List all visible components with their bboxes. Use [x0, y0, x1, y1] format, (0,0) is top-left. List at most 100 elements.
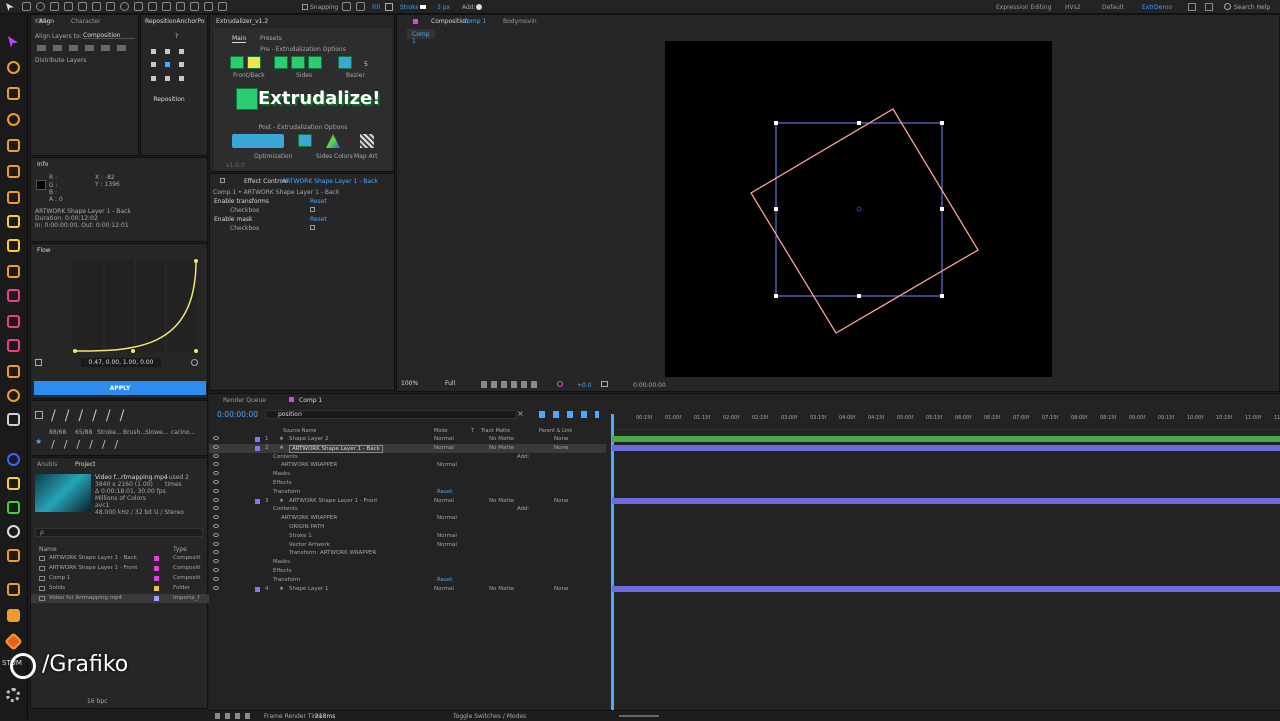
kbar-move-icon[interactable] — [4, 606, 23, 625]
extrudalize-logo[interactable]: Extrudalize! — [258, 88, 380, 109]
text-tool-icon[interactable] — [134, 2, 143, 11]
align-left-icon[interactable] — [37, 45, 46, 51]
anchor-tl[interactable] — [151, 49, 156, 54]
item-label-color[interactable] — [154, 586, 159, 591]
snap-option-icon[interactable] — [342, 2, 351, 11]
project-item[interactable]: Comp 1 Compositi — [31, 574, 209, 583]
visibility-eye-icon[interactable] — [213, 444, 219, 449]
bbox-handle[interactable] — [857, 294, 861, 298]
parent-select[interactable]: None — [554, 586, 568, 592]
preset-2[interactable]: 65/88 — [75, 429, 92, 436]
parent-select[interactable]: None — [554, 498, 568, 504]
layer-row[interactable]: 4 ★ Shape Layer 1 Normal No Matte None — [209, 585, 606, 594]
preset-3[interactable]: Stroke... — [97, 429, 122, 436]
preset-4[interactable]: Brush... — [123, 429, 146, 436]
kbar-trim-icon[interactable] — [4, 110, 23, 129]
kbar-record-icon[interactable] — [4, 336, 23, 355]
visibility-eye-icon[interactable] — [213, 532, 219, 537]
kbar-transform-icon[interactable] — [4, 188, 23, 207]
align-top-icon[interactable] — [85, 45, 94, 51]
layer-name[interactable]: Masks — [273, 559, 290, 565]
mode-select[interactable]: Normal — [434, 436, 454, 442]
tab-main[interactable]: Main — [232, 35, 247, 43]
preset-6[interactable]: carino... — [171, 429, 195, 436]
col-name[interactable]: Name — [39, 546, 57, 553]
mode-select[interactable]: Normal — [437, 462, 457, 468]
project-item[interactable]: ARTWORK Shape Layer 1 - Front Compositi — [31, 564, 209, 573]
kbar-sphere-icon[interactable] — [4, 450, 23, 469]
kbar-grid-icon[interactable] — [4, 410, 23, 429]
flow-curve-graph[interactable] — [61, 258, 211, 356]
zoom-tool-icon[interactable] — [36, 2, 45, 11]
tab-anubis[interactable]: Anubis — [37, 461, 57, 468]
mode-select[interactable]: Reset — [437, 577, 452, 583]
item-label-color[interactable] — [154, 596, 159, 601]
layer-name[interactable]: ARTWORK WRAPPER — [281, 515, 337, 521]
layer-name[interactable]: Contents — [273, 454, 298, 460]
parent-select[interactable]: None — [554, 436, 568, 442]
visibility-eye-icon[interactable] — [213, 436, 219, 440]
track-matte-select[interactable]: No Matte — [489, 436, 514, 442]
tab-reposition[interactable]: RepositionAnchorPo — [145, 18, 205, 25]
kbar-brush-icon[interactable] — [4, 362, 23, 381]
anchor-ml[interactable] — [151, 62, 156, 68]
zoom-slider[interactable] — [619, 715, 659, 717]
anchor-bl[interactable] — [151, 75, 156, 81]
layer-label-color[interactable] — [255, 586, 260, 592]
property-row[interactable]: Transform Reset — [209, 488, 606, 497]
item-label-color[interactable] — [154, 556, 159, 561]
fill-swatch[interactable] — [385, 3, 393, 11]
reposition-help[interactable]: ? — [175, 33, 185, 41]
layer-name[interactable]: Vector Artwork — [289, 542, 330, 548]
workspace-default[interactable]: Default — [1102, 4, 1124, 11]
add-icon[interactable] — [476, 4, 482, 10]
align-hcenter-icon[interactable] — [53, 45, 62, 51]
stroke-swatch[interactable] — [418, 3, 428, 11]
anchor-mr[interactable] — [179, 62, 184, 68]
kbar-spring-icon[interactable] — [4, 386, 23, 405]
tab-presets[interactable]: Presets — [260, 35, 282, 42]
timeline-search[interactable]: position — [265, 410, 517, 419]
anchor-center[interactable] — [165, 62, 170, 68]
kbar-rect-icon[interactable] — [4, 474, 23, 493]
rectangle-tool-icon[interactable] — [92, 2, 101, 11]
layer-name[interactable]: ARTWORK WRAPPER — [281, 462, 337, 468]
current-time[interactable]: 0:00:00:00 — [217, 410, 258, 419]
layer-label-color[interactable] — [255, 498, 260, 504]
tab-comp1[interactable]: Comp 1 — [299, 397, 322, 404]
comp-tab-name[interactable]: Comp 1 — [463, 18, 486, 25]
parent-select[interactable]: None — [554, 445, 568, 451]
fx1-checkbox[interactable] — [310, 207, 315, 212]
flow-easein-icon[interactable] — [51, 372, 61, 376]
layer-name[interactable]: Effects — [273, 480, 292, 486]
layer-row[interactable]: 2 ★ ARTWORK Shape Layer 1 - Back Normal No M… — [209, 443, 606, 453]
sides-cube1-icon[interactable] — [274, 56, 288, 69]
align-target-select[interactable]: Composition — [83, 30, 135, 39]
tab-character[interactable]: Character — [71, 18, 101, 25]
pen-tool-icon[interactable] — [106, 2, 115, 11]
preset-curves[interactable]: ////// — [51, 409, 201, 423]
reposition-button[interactable]: Reposition — [147, 93, 191, 104]
flow-copy-icon[interactable] — [35, 359, 42, 366]
col-mode[interactable]: Mode — [434, 428, 448, 434]
zoom-select[interactable]: 100% — [401, 380, 431, 389]
visibility-eye-icon[interactable] — [213, 488, 219, 493]
mode-select[interactable]: Normal — [437, 515, 457, 521]
presets-list-icon[interactable] — [35, 411, 43, 419]
col-source-name[interactable]: Source Name — [283, 428, 317, 434]
layer-name[interactable]: Transform: ARTWORK WRAPPER — [289, 550, 376, 556]
visibility-eye-icon[interactable] — [213, 568, 219, 572]
layer-name[interactable]: Masks — [273, 471, 290, 477]
fx1-label[interactable]: Enable transforms — [214, 198, 269, 205]
visibility-eye-icon[interactable] — [213, 462, 219, 467]
kbar-ibeam-icon[interactable] — [4, 236, 23, 255]
kbar-path-icon[interactable] — [4, 84, 23, 103]
effect-target[interactable]: ARTWORK Shape Layer 1 - Back — [282, 178, 378, 185]
anchor-tc[interactable] — [165, 49, 170, 54]
layer-name[interactable]: Transform — [273, 577, 300, 583]
search-help[interactable]: Search Help — [1234, 4, 1270, 11]
align-right-icon[interactable] — [69, 45, 78, 51]
kbar-bezier-icon[interactable] — [4, 498, 23, 517]
stroke-width[interactable]: 3 px — [437, 4, 450, 11]
mode-select[interactable]: Normal — [434, 586, 454, 592]
